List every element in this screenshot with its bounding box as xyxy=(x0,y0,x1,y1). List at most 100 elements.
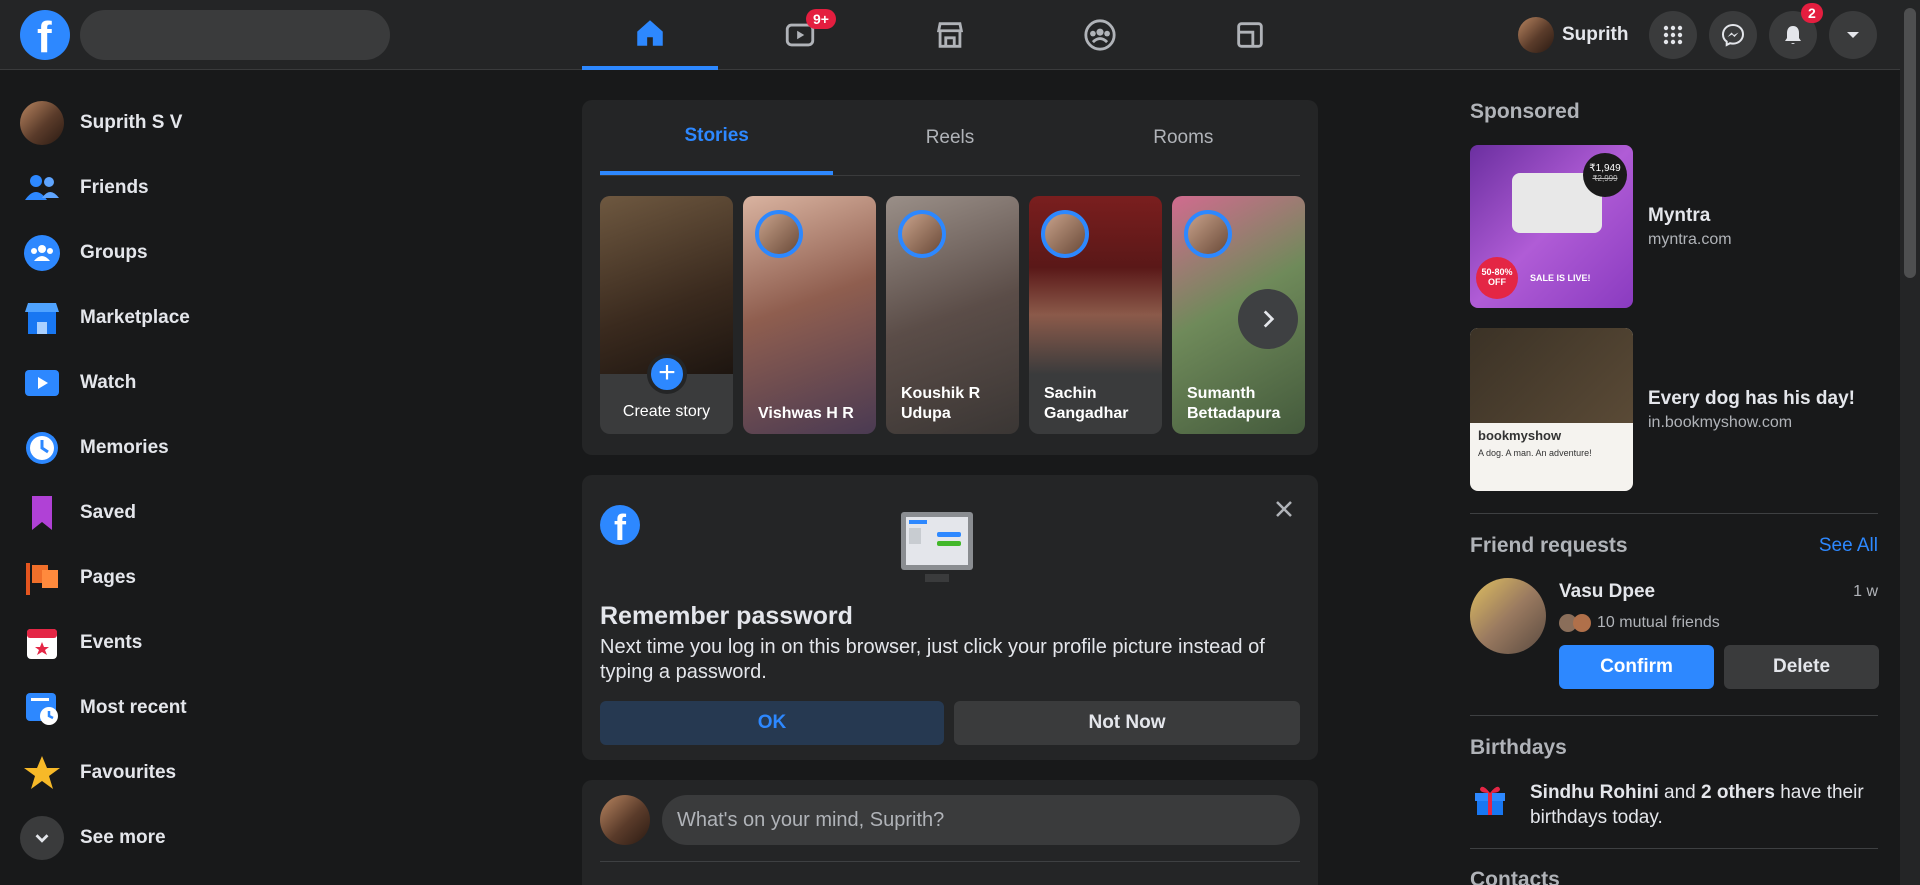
avatar[interactable] xyxy=(1470,578,1546,654)
avatar xyxy=(898,210,946,258)
sidebar-item-profile[interactable]: Suprith S V xyxy=(10,90,530,155)
tab-reels[interactable]: Reels xyxy=(833,100,1066,175)
ad-item[interactable]: ₹1,949 ₹2,999 50-80% OFF SALE IS LIVE! My… xyxy=(1470,145,1732,308)
sidebar-item-friends[interactable]: Friends xyxy=(10,155,530,220)
notifications-button[interactable]: 2 xyxy=(1769,3,1823,59)
ad-item[interactable]: bookmyshow A dog. A man. An adventure! E… xyxy=(1470,328,1855,491)
sidebar-item-groups[interactable]: Groups xyxy=(10,220,530,285)
avatar xyxy=(755,210,803,258)
stories-card: Stories Reels Rooms + Create story Vishw… xyxy=(582,100,1318,455)
not-now-button[interactable]: Not Now xyxy=(954,701,1300,745)
pages-icon xyxy=(26,562,58,595)
marketplace-icon xyxy=(936,22,964,48)
story-tabs: Stories Reels Rooms xyxy=(600,100,1300,176)
request-name[interactable]: Vasu Dpee xyxy=(1559,581,1655,603)
sidebar-see-more[interactable]: See more xyxy=(10,805,530,870)
ok-button[interactable]: OK xyxy=(600,701,944,745)
sidebar-item-pages[interactable]: Pages xyxy=(10,545,530,610)
sidebar-item-events[interactable]: Events xyxy=(10,610,530,675)
mutual-count: 10 mutual friends xyxy=(1597,614,1720,631)
brand-logo: bookmyshow xyxy=(1478,428,1562,443)
grid-menu-icon xyxy=(1663,25,1683,45)
see-all-link[interactable]: See All xyxy=(1819,535,1878,557)
story-card[interactable]: Vishwas H R xyxy=(743,196,876,434)
birthday-others: 2 others xyxy=(1701,782,1775,803)
calendar-icon xyxy=(27,628,57,659)
story-author: Koushik R Udupa xyxy=(901,385,981,422)
discount-badge: 50-80% OFF xyxy=(1476,257,1518,299)
sale-banner: SALE IS LIVE! xyxy=(1530,273,1591,283)
search-input[interactable] xyxy=(80,10,390,60)
sidebar-item-label: Favourites xyxy=(80,761,177,783)
profile-chip[interactable]: Suprith xyxy=(1518,15,1639,55)
confirm-button[interactable]: Confirm xyxy=(1559,645,1714,689)
account-menu-button[interactable] xyxy=(1829,11,1877,59)
sidebar-item-most-recent[interactable]: Most recent xyxy=(10,675,530,740)
composer-input[interactable]: What's on your mind, Suprith? xyxy=(662,795,1300,845)
sidebar-item-label: Pages xyxy=(80,566,136,588)
create-story-label: Create story xyxy=(622,403,711,420)
birthday-text[interactable]: Sindhu Rohini and 2 others have their bi… xyxy=(1530,780,1870,830)
sidebar-item-label: Groups xyxy=(80,241,148,263)
marketplace-icon xyxy=(25,302,59,334)
bell-icon xyxy=(1785,26,1801,44)
sidebar-item-marketplace[interactable]: Marketplace xyxy=(10,285,530,350)
groups-icon xyxy=(1084,19,1116,51)
chevron-right-icon xyxy=(1263,310,1275,328)
contacts-title: Contacts xyxy=(1470,868,1560,885)
story-card[interactable]: Sachin Gangadhar xyxy=(1029,196,1162,434)
sidebar-item-memories[interactable]: Memories xyxy=(10,415,530,480)
plus-icon: + xyxy=(647,354,687,394)
menu-button[interactable] xyxy=(1649,11,1697,59)
avatar xyxy=(600,795,650,845)
profile-name: Suprith xyxy=(1562,24,1629,45)
birthdays-title: Birthdays xyxy=(1470,736,1567,759)
price-tag: ₹1,949 ₹2,999 xyxy=(1583,153,1627,197)
ad-image: ₹1,949 ₹2,999 50-80% OFF SALE IS LIVE! xyxy=(1470,145,1633,308)
divider xyxy=(1470,513,1878,514)
create-story-card[interactable]: + Create story xyxy=(600,196,733,434)
page-scrollbar[interactable] xyxy=(1900,0,1920,885)
tab-groups[interactable] xyxy=(1032,0,1168,70)
messenger-icon xyxy=(1721,23,1745,47)
sidebar-item-favourites[interactable]: Favourites xyxy=(10,740,530,805)
sidebar-item-label: Friends xyxy=(80,176,149,198)
story-card[interactable]: Koushik R Udupa xyxy=(886,196,1019,434)
sidebar-item-label: Watch xyxy=(80,371,137,393)
sidebar-item-saved[interactable]: Saved xyxy=(10,480,530,545)
ad-title: Every dog has his day! xyxy=(1648,388,1855,409)
post-composer: What's on your mind, Suprith? xyxy=(582,780,1318,885)
mutual-friends: 10 mutual friends xyxy=(1559,614,1720,632)
avatar xyxy=(1573,614,1591,632)
tab-marketplace[interactable] xyxy=(882,0,1018,70)
most-recent-icon xyxy=(26,692,58,725)
close-button[interactable] xyxy=(1268,493,1300,525)
star-icon xyxy=(24,755,60,789)
tab-stories[interactable]: Stories xyxy=(600,100,834,175)
left-sidebar: Suprith S V Friends Groups Marketplace W… xyxy=(10,90,530,870)
delete-button[interactable]: Delete xyxy=(1724,645,1879,689)
movie-poster xyxy=(1470,328,1633,423)
memories-icon xyxy=(26,431,58,464)
watch-badge: 9+ xyxy=(806,9,836,29)
facebook-logo[interactable]: f xyxy=(20,10,70,62)
tab-rooms[interactable]: Rooms xyxy=(1067,100,1300,175)
scroll-thumb[interactable] xyxy=(1904,8,1916,278)
sidebar-item-watch[interactable]: Watch xyxy=(10,350,530,415)
friends-icon xyxy=(25,174,59,200)
birthday-name: Sindhu Rohini xyxy=(1530,782,1659,803)
tab-home[interactable] xyxy=(582,0,718,70)
tab-gaming[interactable] xyxy=(1182,0,1318,70)
top-bar: f 9+ Suprith 2 xyxy=(0,0,1900,70)
watch-icon xyxy=(25,369,59,396)
stories-next-button[interactable] xyxy=(1238,289,1298,349)
messenger-button[interactable] xyxy=(1709,11,1757,59)
remember-title: Remember password xyxy=(600,602,853,630)
remember-body: Next time you log in on this browser, ju… xyxy=(600,636,1265,683)
tab-watch[interactable]: 9+ xyxy=(732,0,868,70)
avatar xyxy=(1041,210,1089,258)
avatar xyxy=(1518,17,1554,53)
ad-image: bookmyshow A dog. A man. An adventure! xyxy=(1470,328,1633,491)
sidebar-item-label: Memories xyxy=(80,436,169,458)
groups-icon xyxy=(24,234,60,271)
